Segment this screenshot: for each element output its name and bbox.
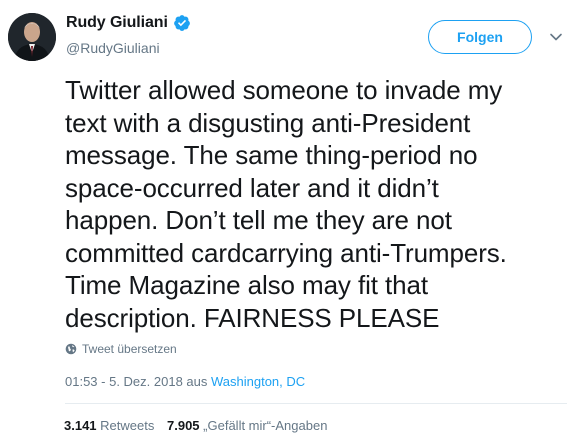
tweet-meta: 01:53 - 5. Dez. 2018 aus Washington, DC — [65, 374, 305, 389]
likes-count: 7.905 — [167, 418, 200, 433]
avatar[interactable] — [8, 13, 56, 61]
divider — [65, 403, 567, 404]
user-handle[interactable]: @RudyGiuliani — [66, 40, 160, 56]
tweet-text-line: happen. Don’t tell me they are not — [65, 205, 452, 235]
translate-label: Tweet übersetzen — [82, 342, 177, 356]
display-name-row: Rudy Giuliani — [66, 14, 191, 32]
tweet-text-line: committed cardcarrying anti-Trumpers. — [65, 237, 507, 268]
translate-tweet-link[interactable]: Tweet übersetzen — [65, 342, 177, 356]
tweet-stats: 3.141 Retweets 7.905 „Gefällt mir“-Angab… — [64, 418, 336, 433]
tweet-text-line: description. FAIRNESS PLEASE — [65, 302, 440, 333]
tweet-card: Rudy Giuliani @RudyGiuliani Folgen Twitt… — [0, 0, 579, 443]
location-link[interactable]: Washington, DC — [211, 374, 305, 389]
tweet-timestamp[interactable]: 01:53 - 5. Dez. 2018 aus — [65, 374, 211, 389]
verified-badge-icon — [173, 14, 191, 32]
likes-label: „Gefällt mir“-Angaben — [203, 418, 328, 433]
retweets-count: 3.141 — [64, 418, 97, 433]
follow-button[interactable]: Folgen — [428, 20, 532, 54]
display-name[interactable]: Rudy Giuliani — [66, 14, 168, 32]
retweets-stat[interactable]: 3.141 Retweets — [64, 418, 158, 433]
tweet-text: Twitter allowed someone to invade my tex… — [65, 74, 570, 334]
retweets-label: Retweets — [100, 418, 155, 433]
tweet-text-line: Time Magazine also may fit that — [65, 270, 428, 300]
avatar-image — [8, 13, 56, 61]
globe-icon — [65, 343, 77, 355]
tweet-text-line: Twitter allowed someone to invade my — [65, 75, 503, 105]
tweet-text-line: space-occurred later and it didn’t — [65, 172, 439, 203]
tweet-text-line: text with a disgusting anti-President — [65, 107, 471, 138]
chevron-down-icon[interactable] — [549, 30, 563, 44]
likes-stat[interactable]: 7.905 „Gefällt mir“-Angaben — [167, 418, 327, 433]
tweet-text-line: message. The same thing-period no — [65, 140, 478, 170]
